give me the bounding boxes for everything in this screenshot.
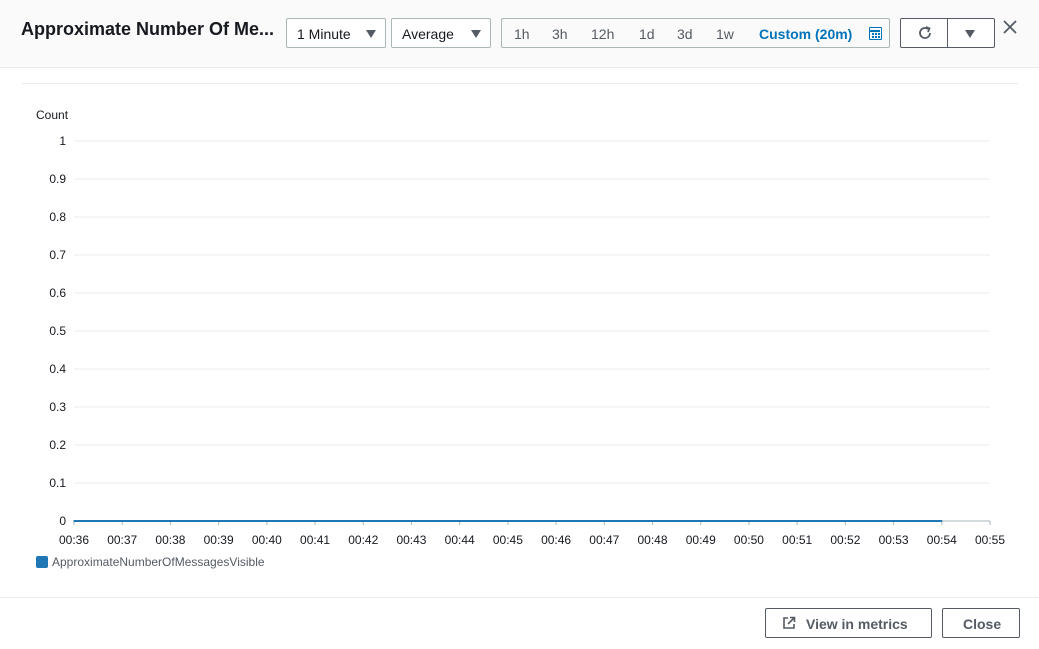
footer-divider: [0, 597, 1039, 598]
calendar-icon[interactable]: [869, 27, 882, 40]
period-select-value: 1 Minute: [297, 26, 351, 42]
data-point: [121, 520, 124, 522]
x-tick-label: 00:44: [445, 533, 475, 547]
y-tick-label: 0.3: [49, 400, 66, 414]
close-button[interactable]: Close: [942, 608, 1020, 638]
close-button-label: Close: [963, 616, 1002, 632]
data-point: [507, 520, 509, 522]
time-range-3d[interactable]: 3d: [677, 26, 693, 42]
chart-container: Count 1 0.9 0.8 0.7 0.6 0.5 0.4 0.3 0.2 0.1 0 00:36 0…: [0, 95, 1039, 585]
y-tick-label: 1: [59, 134, 66, 148]
x-tick-label: 00:36: [59, 533, 89, 547]
x-tick-label: 00:53: [879, 533, 909, 547]
y-tick-label: 0.8: [49, 210, 66, 224]
x-tick-label: 00:42: [348, 533, 378, 547]
x-tick-label: 00:38: [155, 533, 185, 547]
time-range-12h[interactable]: 12h: [591, 26, 614, 42]
time-range-1w[interactable]: 1w: [716, 26, 734, 42]
statistic-select-value: Average: [402, 26, 454, 42]
refresh-icon: [919, 26, 931, 39]
data-point: [555, 520, 557, 522]
data-point: [699, 520, 702, 522]
line-chart: Count 1 0.9 0.8 0.7 0.6 0.5 0.4 0.3 0.2 0.1 0 00:36 0…: [36, 108, 1005, 569]
refresh-button[interactable]: [900, 18, 948, 48]
statistic-select[interactable]: Average: [391, 18, 491, 48]
x-tick-label: 00:47: [589, 533, 619, 547]
data-point: [603, 520, 606, 522]
data-point: [266, 520, 268, 522]
modal-header: Approximate Number Of Me... 1 Minute Ave…: [0, 0, 1039, 68]
y-axis-label: Count: [36, 108, 69, 122]
data-point: [892, 520, 895, 522]
x-tick-label: 00:39: [204, 533, 234, 547]
x-tick-label: 00:45: [493, 533, 523, 547]
x-tick-label: 00:49: [686, 533, 716, 547]
data-point: [940, 520, 943, 522]
y-tick-label: 0.2: [49, 438, 66, 452]
divider: [22, 83, 1018, 84]
x-tick-label: 00:37: [107, 533, 137, 547]
y-tick-label: 0.4: [49, 362, 66, 376]
y-tick-label: 0.9: [49, 172, 66, 186]
legend-swatch: [36, 556, 48, 568]
x-tick-label: 00:48: [638, 533, 668, 547]
caret-down-icon: [471, 30, 481, 38]
y-tick-label: 0.1: [49, 476, 66, 490]
time-range-custom[interactable]: Custom (20m): [759, 26, 852, 42]
external-link-icon: [783, 616, 796, 629]
data-point: [748, 520, 750, 522]
legend-label: ApproximateNumberOfMessagesVisible: [52, 555, 265, 569]
period-select[interactable]: 1 Minute: [286, 18, 386, 48]
time-range-selector: 1h 3h 12h 1d 3d 1w Custom (20m): [501, 18, 890, 48]
data-point: [169, 520, 172, 522]
x-tick-label: 00:54: [927, 533, 957, 547]
data-point: [217, 520, 220, 522]
y-tick-label: 0.7: [49, 248, 66, 262]
time-range-1d[interactable]: 1d: [639, 26, 655, 42]
x-tick-label: 00:40: [252, 533, 282, 547]
caret-down-icon: [366, 30, 376, 38]
time-range-3h[interactable]: 3h: [552, 26, 568, 42]
x-tick-label: 00:52: [830, 533, 860, 547]
data-point: [458, 520, 461, 522]
refresh-options-dropdown[interactable]: [947, 18, 995, 48]
data-point: [796, 520, 798, 522]
y-tick-label: 0.5: [49, 324, 66, 338]
chevron-down-icon: [965, 30, 975, 38]
data-point: [844, 520, 847, 522]
x-tick-label: 00:41: [300, 533, 330, 547]
data-point: [314, 520, 316, 522]
data-point: [410, 520, 413, 522]
x-tick-label: 00:55: [975, 533, 1005, 547]
widget-title: Approximate Number Of Me...: [21, 19, 275, 39]
data-point: [651, 520, 654, 522]
time-range-1h[interactable]: 1h: [514, 26, 530, 42]
view-in-metrics-button[interactable]: View in metrics: [765, 608, 932, 638]
data-point: [73, 520, 75, 522]
x-tick-label: 00:43: [396, 533, 426, 547]
data-point: [362, 520, 365, 522]
view-in-metrics-label: View in metrics: [806, 616, 908, 632]
x-tick-label: 00:50: [734, 533, 764, 547]
x-tick-label: 00:46: [541, 533, 571, 547]
y-tick-label: 0.6: [49, 286, 66, 300]
x-tick-label: 00:51: [782, 533, 812, 547]
y-tick-label: 0: [59, 514, 66, 528]
close-icon[interactable]: [1001, 18, 1019, 36]
